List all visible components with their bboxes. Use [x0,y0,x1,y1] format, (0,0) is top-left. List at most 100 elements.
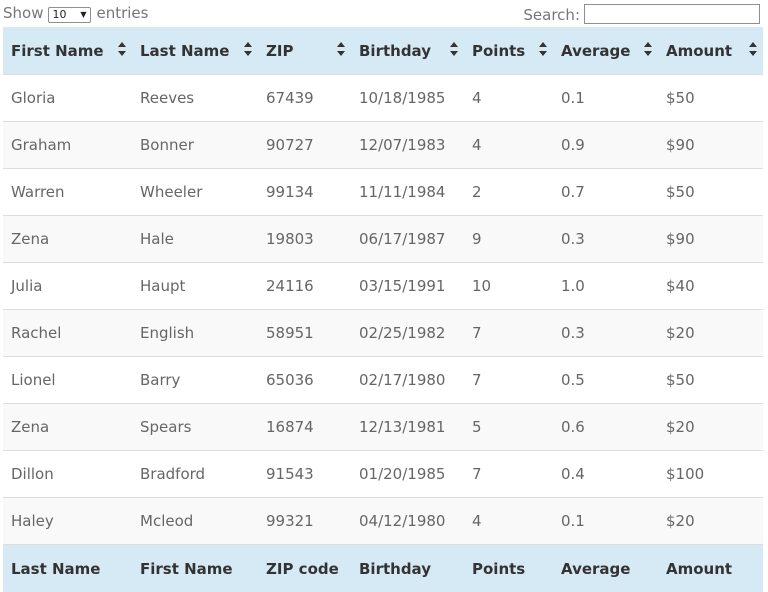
table-cell: 0.5 [553,356,658,404]
table-cell: Rachel [3,309,132,357]
table-cell: 99134 [258,168,351,216]
footer-cell-first-name: First Name [132,544,258,592]
sort-icon [539,42,547,58]
table-cell: English [132,309,258,357]
table-cell: 65036 [258,356,351,404]
search-input[interactable] [584,4,760,24]
table-cell: 24116 [258,262,351,310]
table-cell: 12/07/1983 [351,121,464,169]
column-header-label: Last Name [140,41,230,60]
page-length-select[interactable]: 10 ▼ [48,7,92,23]
table-row: Zena Spears 16874 12/13/1981 5 0.6 $20 [3,403,763,451]
table-cell: $20 [658,497,763,545]
footer-cell-last-name: Last Name [3,544,132,592]
page-length-value: 10 [52,8,67,21]
column-header-label: Average [561,41,631,60]
table-cell: 4 [464,497,553,545]
column-header-birthday[interactable]: Birthday [351,27,464,75]
table-cell: Mcleod [132,497,258,545]
column-header-zip[interactable]: ZIP [258,27,351,75]
sort-icon [644,42,652,58]
column-header-average[interactable]: Average [553,27,658,75]
table-cell: 58951 [258,309,351,357]
table-row: Warren Wheeler 99134 11/11/1984 2 0.7 $50 [3,168,763,216]
sort-icon [118,42,126,58]
sort-icon [749,42,757,58]
table-cell: 0.7 [553,168,658,216]
table-cell: 0.3 [553,215,658,263]
show-label: Show [3,4,44,22]
table-cell: 7 [464,356,553,404]
column-header-last-name[interactable]: Last Name [132,27,258,75]
column-header-label: Amount [666,41,733,60]
table-cell: $90 [658,121,763,169]
table-cell: 0.3 [553,309,658,357]
table-cell: Reeves [132,74,258,122]
table-cell: 10/18/1985 [351,74,464,122]
header-row: First Name Last Name ZIP Birthday Points… [3,27,763,75]
table-cell: 11/11/1984 [351,168,464,216]
footer-cell-points: Points [464,544,553,592]
table-cell: Haley [3,497,132,545]
column-header-label: First Name [11,41,104,60]
table-cell: $50 [658,356,763,404]
table-cell: 04/12/1980 [351,497,464,545]
search-label: Search: [523,6,580,24]
column-header-label: Points [472,41,526,60]
table-cell: 19803 [258,215,351,263]
table-body: Gloria Reeves 67439 10/18/1985 4 0.1 $50 Graha… [3,74,763,545]
table-cell: 06/17/1987 [351,215,464,263]
footer-cell-birthday: Birthday [351,544,464,592]
table-cell: 02/17/1980 [351,356,464,404]
column-header-first-name[interactable]: First Name [3,27,132,75]
table-cell: Bradford [132,450,258,498]
footer-cell-zip-code: ZIP code [258,544,351,592]
table-row: Haley Mcleod 99321 04/12/1980 4 0.1 $20 [3,497,763,545]
dropdown-arrow-icon: ▼ [80,10,87,19]
column-header-label: ZIP [266,41,294,60]
column-header-points[interactable]: Points [464,27,553,75]
table-cell: 16874 [258,403,351,451]
table-cell: Lionel [3,356,132,404]
data-table: First Name Last Name ZIP Birthday Points… [3,27,763,592]
table-cell: 1.0 [553,262,658,310]
table-cell: 12/13/1981 [351,403,464,451]
table-cell: 0.1 [553,497,658,545]
table-cell: Graham [3,121,132,169]
table-cell: 0.1 [553,74,658,122]
table-cell: 0.4 [553,450,658,498]
table-cell: Wheeler [132,168,258,216]
search-control: Search: [523,4,760,24]
table-cell: Bonner [132,121,258,169]
table-cell: 02/25/1982 [351,309,464,357]
table-cell: 9 [464,215,553,263]
table-cell: Hale [132,215,258,263]
table-cell: 10 [464,262,553,310]
table-row: Gloria Reeves 67439 10/18/1985 4 0.1 $50 [3,74,763,122]
table-row: Julia Haupt 24116 03/15/1991 10 1.0 $40 [3,262,763,310]
table-cell: 2 [464,168,553,216]
footer-cell-amount: Amount [658,544,763,592]
table-row: Graham Bonner 90727 12/07/1983 4 0.9 $90 [3,121,763,169]
table-cell: Warren [3,168,132,216]
table-cell: Spears [132,403,258,451]
table-cell: 4 [464,74,553,122]
table-cell: $90 [658,215,763,263]
table-cell: $50 [658,74,763,122]
table-cell: $20 [658,309,763,357]
table-controls: Show 10 ▼ entries Search: [0,0,768,27]
column-header-amount[interactable]: Amount [658,27,763,75]
footer-row: Last Name First Name ZIP code Birthday P… [3,544,763,592]
table-footer: Last Name First Name ZIP code Birthday P… [3,544,763,592]
page-length-control: Show 10 ▼ entries [3,4,148,23]
sort-icon [450,42,458,58]
table-cell: Zena [3,215,132,263]
table-cell: 5 [464,403,553,451]
table-cell: $50 [658,168,763,216]
table-cell: 4 [464,121,553,169]
table-header: First Name Last Name ZIP Birthday Points… [3,27,763,75]
table-cell: Zena [3,403,132,451]
table-cell: 0.9 [553,121,658,169]
entries-label: entries [96,4,149,22]
table-cell: 91543 [258,450,351,498]
